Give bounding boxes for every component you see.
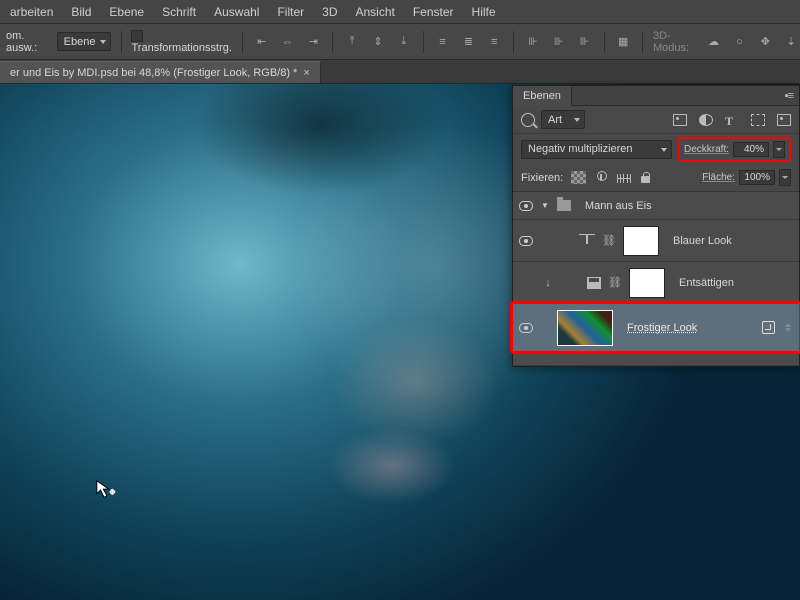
layer-row-selected[interactable]: Frostiger Look — [513, 304, 799, 352]
options-bar: om. ausw.: Ebene Transformationsstrg. ⇤ … — [0, 24, 800, 60]
filter-type-icon[interactable]: T — [725, 114, 739, 126]
clip-down-icon: ↓ — [541, 277, 555, 289]
orbit-3d-icon[interactable]: ☁ — [705, 31, 723, 53]
menu-item[interactable]: 3D — [322, 5, 337, 19]
roll-3d-icon[interactable]: ○ — [731, 31, 749, 53]
scroll-arrows[interactable] — [783, 323, 793, 332]
align-top-icon[interactable]: ⤒ — [343, 31, 361, 53]
mask-thumb[interactable] — [623, 226, 659, 256]
filter-pixel-icon[interactable] — [673, 114, 687, 126]
filter-kind-dropdown[interactable]: Art — [541, 110, 585, 129]
menu-item[interactable]: Filter — [277, 5, 304, 19]
close-tab-icon[interactable]: × — [303, 67, 309, 79]
transform-controls-toggle[interactable]: Transformationsstrg. — [131, 29, 231, 53]
menu-item[interactable]: Auswahl — [214, 5, 259, 19]
fill-slider-toggle[interactable] — [779, 169, 791, 186]
link-mask-icon[interactable]: ⛓ — [609, 276, 621, 290]
menu-item[interactable]: Bild — [71, 5, 91, 19]
align-center-v-icon[interactable]: ⇕ — [369, 31, 387, 53]
separator — [242, 31, 243, 53]
layers-tab[interactable]: Ebenen — [513, 86, 572, 106]
lock-position-icon[interactable] — [617, 171, 632, 184]
align-center-h-icon[interactable]: ⇔ — [279, 31, 297, 53]
visibility-icon[interactable] — [519, 201, 533, 211]
group-name[interactable]: Mann aus Eis — [585, 200, 652, 212]
document-tab-title: er und Eis by MDI.psd bei 48,8% (Frostig… — [10, 67, 297, 79]
opacity-label: Deckkraft: — [684, 144, 729, 155]
separator — [604, 31, 605, 53]
main-menu-bar: arbeiten Bild Ebene Schrift Auswahl Filt… — [0, 0, 800, 24]
lock-pixels-icon[interactable] — [594, 171, 609, 184]
layer-name[interactable]: Entsättigen — [679, 277, 734, 289]
filter-shape-icon[interactable] — [751, 114, 765, 126]
filter-adjustment-icon[interactable] — [699, 114, 713, 126]
menu-item[interactable]: Hilfe — [472, 5, 496, 19]
options-label: om. ausw.: — [6, 30, 49, 54]
align-right-icon[interactable]: ⇥ — [304, 31, 322, 53]
slide-3d-icon[interactable]: ⇣ — [782, 31, 800, 53]
separator — [513, 31, 514, 53]
lock-label: Fixieren: — [521, 172, 563, 184]
auto-align-icon[interactable]: ▦ — [614, 31, 632, 53]
link-mask-icon[interactable]: ⛓ — [603, 234, 615, 248]
blend-opacity-row: Negativ multiplizieren Deckkraft: 40% — [513, 134, 799, 164]
align-left-icon[interactable]: ⇤ — [253, 31, 271, 53]
menu-item[interactable]: Fenster — [413, 5, 454, 19]
separator — [642, 31, 643, 53]
layers-list: ▼ Mann aus Eis ⛓ Blauer Look ↓ ⛓ Entsätt… — [513, 192, 799, 366]
lock-row: Fixieren: Fläche: 100% — [513, 164, 799, 192]
distribute-v-icon[interactable]: ≣ — [459, 31, 477, 53]
opacity-value[interactable]: 40% — [733, 142, 769, 157]
opacity-highlight: Deckkraft: 40% — [678, 137, 791, 162]
search-icon — [521, 113, 535, 127]
layer-filter-row: Art T — [513, 106, 799, 134]
panel-menu-icon[interactable]: ▪≡ — [785, 90, 793, 102]
blend-mode-dropdown[interactable]: Negativ multiplizieren — [521, 140, 672, 159]
fill-label: Fläche: — [702, 172, 735, 183]
layer-row[interactable]: ⛓ Blauer Look — [513, 220, 799, 262]
distribute-h-icon[interactable]: ⊪ — [550, 31, 568, 53]
pan-3d-icon[interactable]: ✥ — [756, 31, 774, 53]
move-cursor-icon — [95, 479, 117, 501]
menu-item[interactable]: arbeiten — [10, 5, 53, 19]
distribute-top-icon[interactable]: ≡ — [434, 31, 452, 53]
distribute-left-icon[interactable]: ⊪ — [524, 31, 542, 53]
distribute-bottom-icon[interactable]: ≡ — [485, 31, 503, 53]
mask-thumb[interactable] — [629, 268, 665, 298]
document-tab[interactable]: er und Eis by MDI.psd bei 48,8% (Frostig… — [0, 61, 321, 83]
layer-row-partial[interactable] — [513, 352, 799, 366]
balance-adjust-icon — [579, 234, 595, 248]
distribute-right-icon[interactable]: ⊪ — [576, 31, 594, 53]
menu-item[interactable]: Ebene — [109, 5, 144, 19]
layer-name[interactable]: Blauer Look — [673, 235, 732, 247]
visibility-icon[interactable] — [519, 323, 533, 333]
layer-thumb[interactable] — [557, 310, 613, 346]
opacity-slider-toggle[interactable] — [773, 141, 785, 158]
visibility-icon[interactable] — [519, 236, 533, 246]
separator — [121, 31, 122, 53]
layers-panel: Ebenen ▪≡ Art T Negativ multiplizieren D… — [512, 85, 800, 367]
fill-value[interactable]: 100% — [739, 170, 775, 185]
gradient-adjust-icon — [587, 277, 601, 289]
lock-transparency-icon[interactable] — [571, 171, 586, 184]
folder-icon — [557, 200, 571, 211]
document-tab-bar: er und Eis by MDI.psd bei 48,8% (Frostig… — [0, 60, 800, 84]
separator — [332, 31, 333, 53]
panel-tab-strip: Ebenen ▪≡ — [513, 86, 799, 106]
layer-row[interactable]: ↓ ⛓ Entsättigen — [513, 262, 799, 304]
menu-item[interactable]: Schrift — [162, 5, 196, 19]
layer-mode-dropdown[interactable]: Ebene — [57, 32, 111, 51]
smart-object-icon — [762, 321, 775, 334]
mode3d-label: 3D-Modus: — [653, 30, 697, 54]
layer-name[interactable]: Frostiger Look — [627, 322, 697, 334]
align-bottom-icon[interactable]: ⤓ — [395, 31, 413, 53]
separator — [423, 31, 424, 53]
filter-smart-icon[interactable] — [777, 114, 791, 126]
menu-item[interactable]: Ansicht — [355, 5, 394, 19]
fold-down-icon[interactable]: ▼ — [541, 201, 549, 210]
layer-group-row[interactable]: ▼ Mann aus Eis — [513, 192, 799, 220]
lock-all-icon[interactable] — [640, 171, 655, 184]
